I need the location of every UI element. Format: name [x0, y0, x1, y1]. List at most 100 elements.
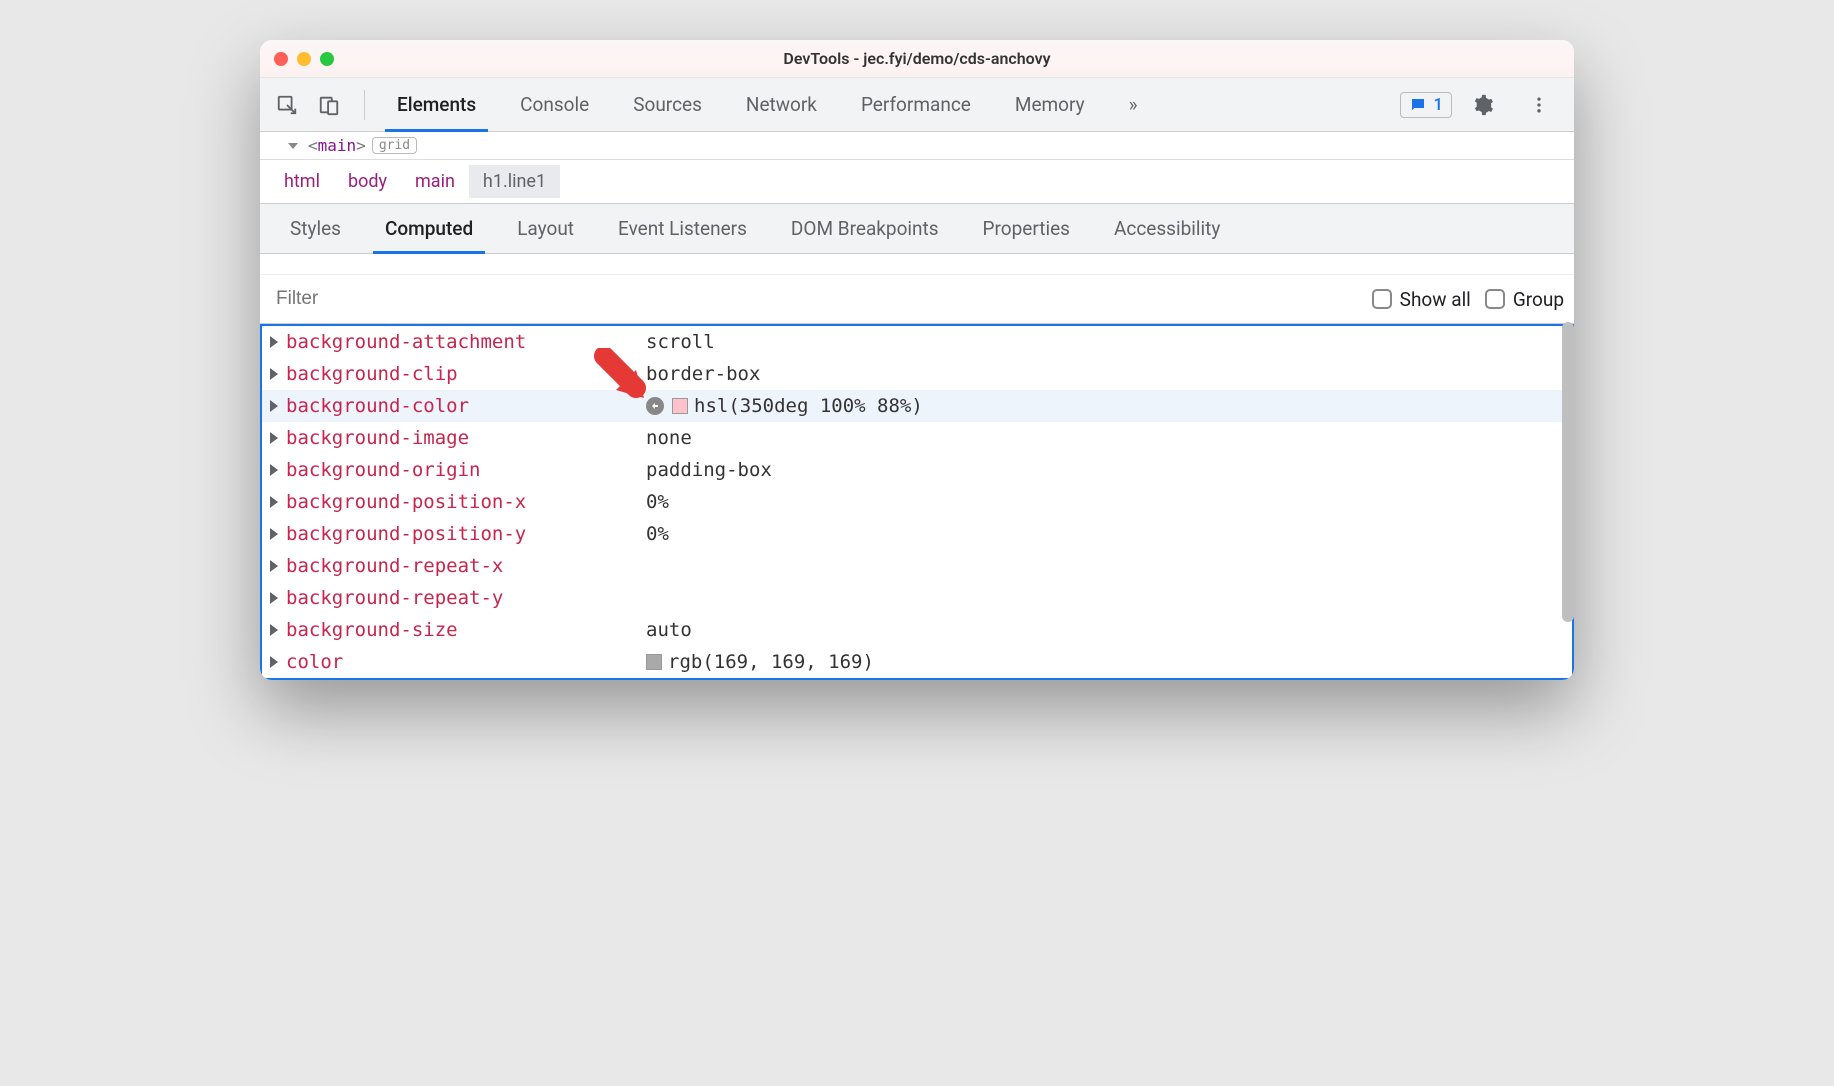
property-row[interactable]: background-repeat-y	[262, 582, 1572, 614]
expand-triangle-icon	[270, 496, 278, 508]
expand-triangle-icon	[270, 624, 278, 636]
dom-tag-name: main	[318, 136, 357, 155]
expand-triangle-icon	[270, 464, 278, 476]
grid-badge[interactable]: grid	[372, 137, 417, 154]
property-value-text: scroll	[646, 326, 715, 358]
property-value: scroll	[646, 326, 715, 358]
breadcrumb: htmlbodymainh1.line1	[260, 160, 1574, 204]
main-tabs: ElementsConsoleSourcesNetworkPerformance…	[375, 78, 1107, 132]
expand-triangle-icon	[270, 432, 278, 444]
property-name: background-repeat-x	[286, 550, 646, 582]
property-name: background-size	[286, 614, 646, 646]
tab-sources[interactable]: Sources	[611, 78, 724, 132]
property-name: background-clip	[286, 358, 646, 390]
issues-count: 1	[1433, 95, 1443, 115]
property-value-text: padding-box	[646, 454, 772, 486]
subtab-styles[interactable]: Styles	[268, 204, 363, 254]
property-row[interactable]: background-color hsl(350deg 100% 88%)	[262, 390, 1572, 422]
expand-triangle-icon	[270, 368, 278, 380]
color-swatch[interactable]	[672, 398, 688, 414]
property-value-text: none	[646, 422, 692, 454]
expand-triangle-icon	[270, 656, 278, 668]
close-window-button[interactable]	[274, 52, 288, 66]
traffic-lights	[274, 52, 334, 66]
styles-sidebar-tabs: StylesComputedLayoutEvent ListenersDOM B…	[260, 204, 1574, 254]
property-value: none	[646, 422, 692, 454]
inspect-element-icon[interactable]	[270, 88, 304, 122]
property-name: background-origin	[286, 454, 646, 486]
property-value: 0%	[646, 518, 669, 550]
main-toolbar: ElementsConsoleSourcesNetworkPerformance…	[260, 78, 1574, 132]
computed-filter-bar: Show all Group	[260, 274, 1574, 324]
checkbox-icon	[1372, 289, 1392, 309]
subtab-layout[interactable]: Layout	[495, 204, 596, 254]
subtab-dom-breakpoints[interactable]: DOM Breakpoints	[769, 204, 961, 254]
expand-triangle-icon	[270, 400, 278, 412]
group-label: Group	[1513, 288, 1564, 311]
property-row[interactable]: background-attachmentscroll	[262, 326, 1572, 358]
property-name: background-repeat-y	[286, 582, 646, 614]
group-toggle[interactable]: Group	[1485, 288, 1564, 311]
property-value-text: rgb(169, 169, 169)	[668, 646, 874, 678]
subtab-accessibility[interactable]: Accessibility	[1092, 204, 1242, 254]
gear-icon[interactable]	[1466, 88, 1500, 122]
property-name: color	[286, 646, 646, 678]
property-value: padding-box	[646, 454, 772, 486]
property-row[interactable]: background-originpadding-box	[262, 454, 1572, 486]
crumb-body[interactable]: body	[334, 165, 401, 198]
property-row[interactable]: color rgb(169, 169, 169)	[262, 646, 1572, 678]
property-row[interactable]: background-clipborder-box	[262, 358, 1572, 390]
chat-icon	[1409, 96, 1427, 114]
subtab-properties[interactable]: Properties	[961, 204, 1092, 254]
property-row[interactable]: background-sizeauto	[262, 614, 1572, 646]
tab-memory[interactable]: Memory	[993, 78, 1107, 132]
property-value: border-box	[646, 358, 760, 390]
filter-input[interactable]	[270, 282, 1358, 316]
tab-elements[interactable]: Elements	[375, 78, 498, 132]
property-value: 0%	[646, 486, 669, 518]
property-row[interactable]: background-repeat-x	[262, 550, 1572, 582]
property-value-text: 0%	[646, 486, 669, 518]
minimize-window-button[interactable]	[297, 52, 311, 66]
expand-triangle-icon	[270, 560, 278, 572]
computed-properties-list: background-attachmentscrollbackground-cl…	[260, 324, 1574, 680]
issues-badge[interactable]: 1	[1400, 92, 1452, 118]
toolbar-right: 1	[1400, 88, 1564, 122]
show-all-label: Show all	[1400, 288, 1471, 311]
property-row[interactable]: background-position-y0%	[262, 518, 1572, 550]
property-row[interactable]: background-position-x0%	[262, 486, 1572, 518]
window-title: DevTools - jec.fyi/demo/cds-anchovy	[260, 49, 1574, 68]
cycle-color-format-icon[interactable]	[646, 397, 664, 415]
tab-network[interactable]: Network	[724, 78, 839, 132]
expand-triangle-icon	[270, 592, 278, 604]
crumb-main[interactable]: main	[401, 165, 469, 198]
kebab-menu-icon[interactable]	[1522, 88, 1556, 122]
show-all-toggle[interactable]: Show all	[1372, 288, 1471, 311]
property-name: background-color	[286, 390, 646, 422]
subtab-event-listeners[interactable]: Event Listeners	[596, 204, 769, 254]
property-value-text: auto	[646, 614, 692, 646]
tab-console[interactable]: Console	[498, 78, 611, 132]
scrollbar[interactable]	[1562, 322, 1574, 622]
titlebar: DevTools - jec.fyi/demo/cds-anchovy	[260, 40, 1574, 78]
dom-tree-line[interactable]: <main> grid	[260, 132, 1574, 160]
spacer	[260, 254, 1574, 274]
property-row[interactable]: background-imagenone	[262, 422, 1572, 454]
zoom-window-button[interactable]	[320, 52, 334, 66]
property-value: auto	[646, 614, 692, 646]
crumb-h1-line1[interactable]: h1.line1	[469, 165, 560, 198]
property-value-text: 0%	[646, 518, 669, 550]
property-value: hsl(350deg 100% 88%)	[646, 390, 923, 422]
tab-performance[interactable]: Performance	[839, 78, 993, 132]
checkbox-icon	[1485, 289, 1505, 309]
property-name: background-image	[286, 422, 646, 454]
property-value-text: hsl(350deg 100% 88%)	[694, 390, 923, 422]
color-swatch[interactable]	[646, 654, 662, 670]
toolbar-separator	[364, 90, 365, 120]
subtab-computed[interactable]: Computed	[363, 204, 495, 254]
more-tabs-button[interactable]: »	[1107, 78, 1160, 132]
device-toggle-icon[interactable]	[312, 88, 346, 122]
property-value-text: border-box	[646, 358, 760, 390]
property-name: background-position-y	[286, 518, 646, 550]
crumb-html[interactable]: html	[270, 165, 334, 198]
